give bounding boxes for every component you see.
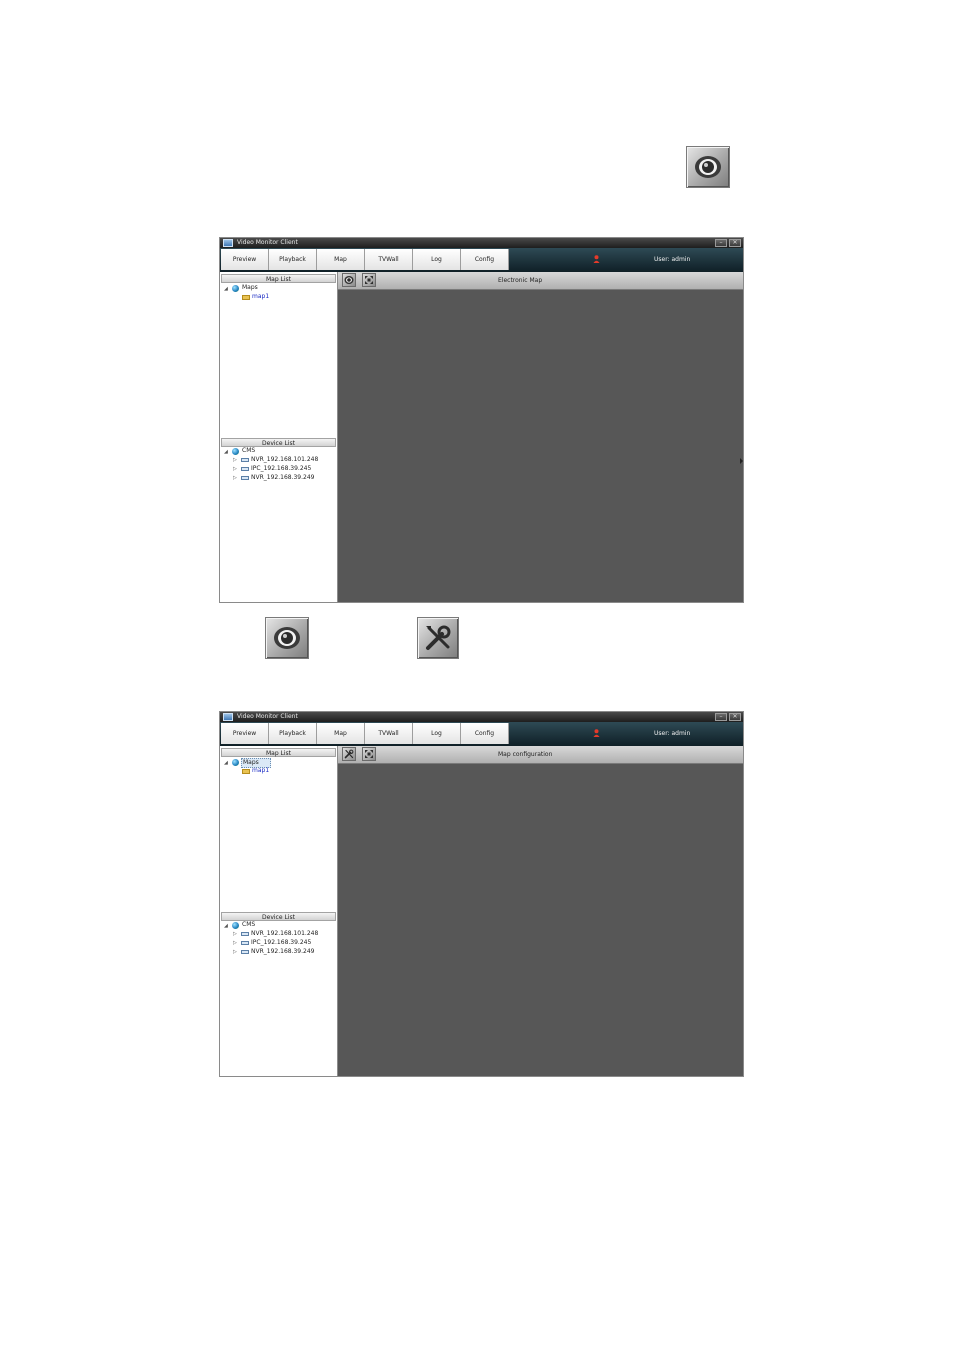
map-toolbar: Electronic Map <box>338 272 743 290</box>
device-list-header: Device List <box>221 438 336 447</box>
tab-preview[interactable]: Preview <box>221 249 269 270</box>
globe-icon <box>232 285 239 292</box>
window-title: Video Monitor Client <box>237 713 298 720</box>
map-area[interactable]: Electronic Map <box>338 272 743 602</box>
tab-log[interactable]: Log <box>413 723 461 744</box>
eye-icon <box>344 276 354 284</box>
tree-root-cms[interactable]: CMS <box>242 447 255 455</box>
user-label: User: admin <box>654 730 691 737</box>
expand-arrow-icon[interactable]: ▷ <box>233 939 237 947</box>
device-icon <box>241 941 249 945</box>
device-item[interactable]: NVR_192.168.39.249 <box>251 474 314 482</box>
close-button[interactable]: ✕ <box>729 713 741 721</box>
panel-title: Electronic Map <box>498 277 543 284</box>
eye-icon <box>695 156 721 178</box>
tab-playback[interactable]: Playback <box>269 249 317 270</box>
preview-button[interactable] <box>342 273 356 287</box>
tab-preview[interactable]: Preview <box>221 723 269 744</box>
globe-icon <box>232 759 239 766</box>
expand-arrow-icon[interactable]: ▷ <box>233 474 237 482</box>
device-icon <box>241 467 249 471</box>
device-icon <box>241 458 249 462</box>
expand-arrow-icon[interactable]: ▷ <box>233 456 237 464</box>
close-button[interactable]: ✕ <box>729 239 741 247</box>
expand-arrow-icon[interactable]: ◢ <box>224 759 228 767</box>
title-bar: Video Monitor Client – ✕ <box>220 238 743 248</box>
expand-arrow-icon[interactable]: ◢ <box>224 448 228 456</box>
device-icon <box>241 950 249 954</box>
minimize-button[interactable]: – <box>715 713 727 721</box>
panel-title: Map configuration <box>498 751 553 758</box>
expand-icon <box>365 276 373 284</box>
map-item[interactable]: map1 <box>252 767 269 775</box>
tab-tvwall[interactable]: TVWall <box>365 249 413 270</box>
device-icon <box>241 476 249 480</box>
user-label: User: admin <box>654 256 691 263</box>
globe-icon <box>232 448 239 455</box>
tree-root-maps[interactable]: Maps <box>242 284 258 292</box>
expand-arrow-icon[interactable]: ◢ <box>224 922 228 930</box>
map-list-header: Map List <box>221 748 336 757</box>
cursor-icon <box>740 458 743 464</box>
folder-icon <box>242 769 250 774</box>
eye-icon <box>274 627 300 649</box>
left-panel: Map List ◢ Maps map1 Device List ◢ CMS ▷… <box>220 272 338 602</box>
user-icon <box>593 255 600 263</box>
app-window-map-configuration: Video Monitor Client – ✕ Preview Playbac… <box>219 711 744 1077</box>
tab-log[interactable]: Log <box>413 249 461 270</box>
expand-arrow-icon[interactable]: ◢ <box>224 285 228 293</box>
minimize-button[interactable]: – <box>715 239 727 247</box>
nav-bar: Preview Playback Map TVWall Log Config U… <box>220 248 743 272</box>
expand-arrow-icon[interactable]: ▷ <box>233 948 237 956</box>
window-title: Video Monitor Client <box>237 239 298 246</box>
expand-arrow-icon[interactable]: ▷ <box>233 930 237 938</box>
device-item[interactable]: NVR_192.168.101.248 <box>251 930 318 938</box>
title-bar: Video Monitor Client – ✕ <box>220 712 743 722</box>
left-panel: Map List ◢ Maps map1 Device List ◢ CMS ▷… <box>220 746 338 1076</box>
tab-playback[interactable]: Playback <box>269 723 317 744</box>
device-item[interactable]: IPC_192.168.39.245 <box>251 465 311 473</box>
fullscreen-button[interactable] <box>362 747 376 761</box>
fullscreen-button[interactable] <box>362 273 376 287</box>
user-icon <box>593 729 600 737</box>
tree-root-cms[interactable]: CMS <box>242 921 255 929</box>
device-item[interactable]: NVR_192.168.101.248 <box>251 456 318 464</box>
device-item[interactable]: NVR_192.168.39.249 <box>251 948 314 956</box>
device-item[interactable]: IPC_192.168.39.245 <box>251 939 311 947</box>
tab-map[interactable]: Map <box>317 723 365 744</box>
eye-icon-sample <box>686 146 730 188</box>
nav-bar: Preview Playback Map TVWall Log Config U… <box>220 722 743 746</box>
expand-arrow-icon[interactable]: ▷ <box>233 465 237 473</box>
config-button[interactable] <box>342 747 356 761</box>
wrench-icon <box>344 749 354 759</box>
app-icon <box>223 239 233 247</box>
wrench-icon-sample <box>417 617 459 659</box>
wrench-icon <box>426 625 451 650</box>
expand-icon <box>365 750 373 758</box>
map-list-header: Map List <box>221 274 336 283</box>
map-area[interactable]: Map configuration <box>338 746 743 1076</box>
tab-config[interactable]: Config <box>461 249 509 270</box>
folder-icon <box>242 295 250 300</box>
map-toolbar: Map configuration <box>338 746 743 764</box>
tab-map[interactable]: Map <box>317 249 365 270</box>
device-list-header: Device List <box>221 912 336 921</box>
device-icon <box>241 932 249 936</box>
map-item[interactable]: map1 <box>252 293 269 301</box>
eye-icon-sample <box>265 617 309 659</box>
globe-icon <box>232 922 239 929</box>
tab-config[interactable]: Config <box>461 723 509 744</box>
tab-tvwall[interactable]: TVWall <box>365 723 413 744</box>
app-window-electronic-map: Video Monitor Client – ✕ Preview Playbac… <box>219 237 744 603</box>
app-icon <box>223 713 233 721</box>
